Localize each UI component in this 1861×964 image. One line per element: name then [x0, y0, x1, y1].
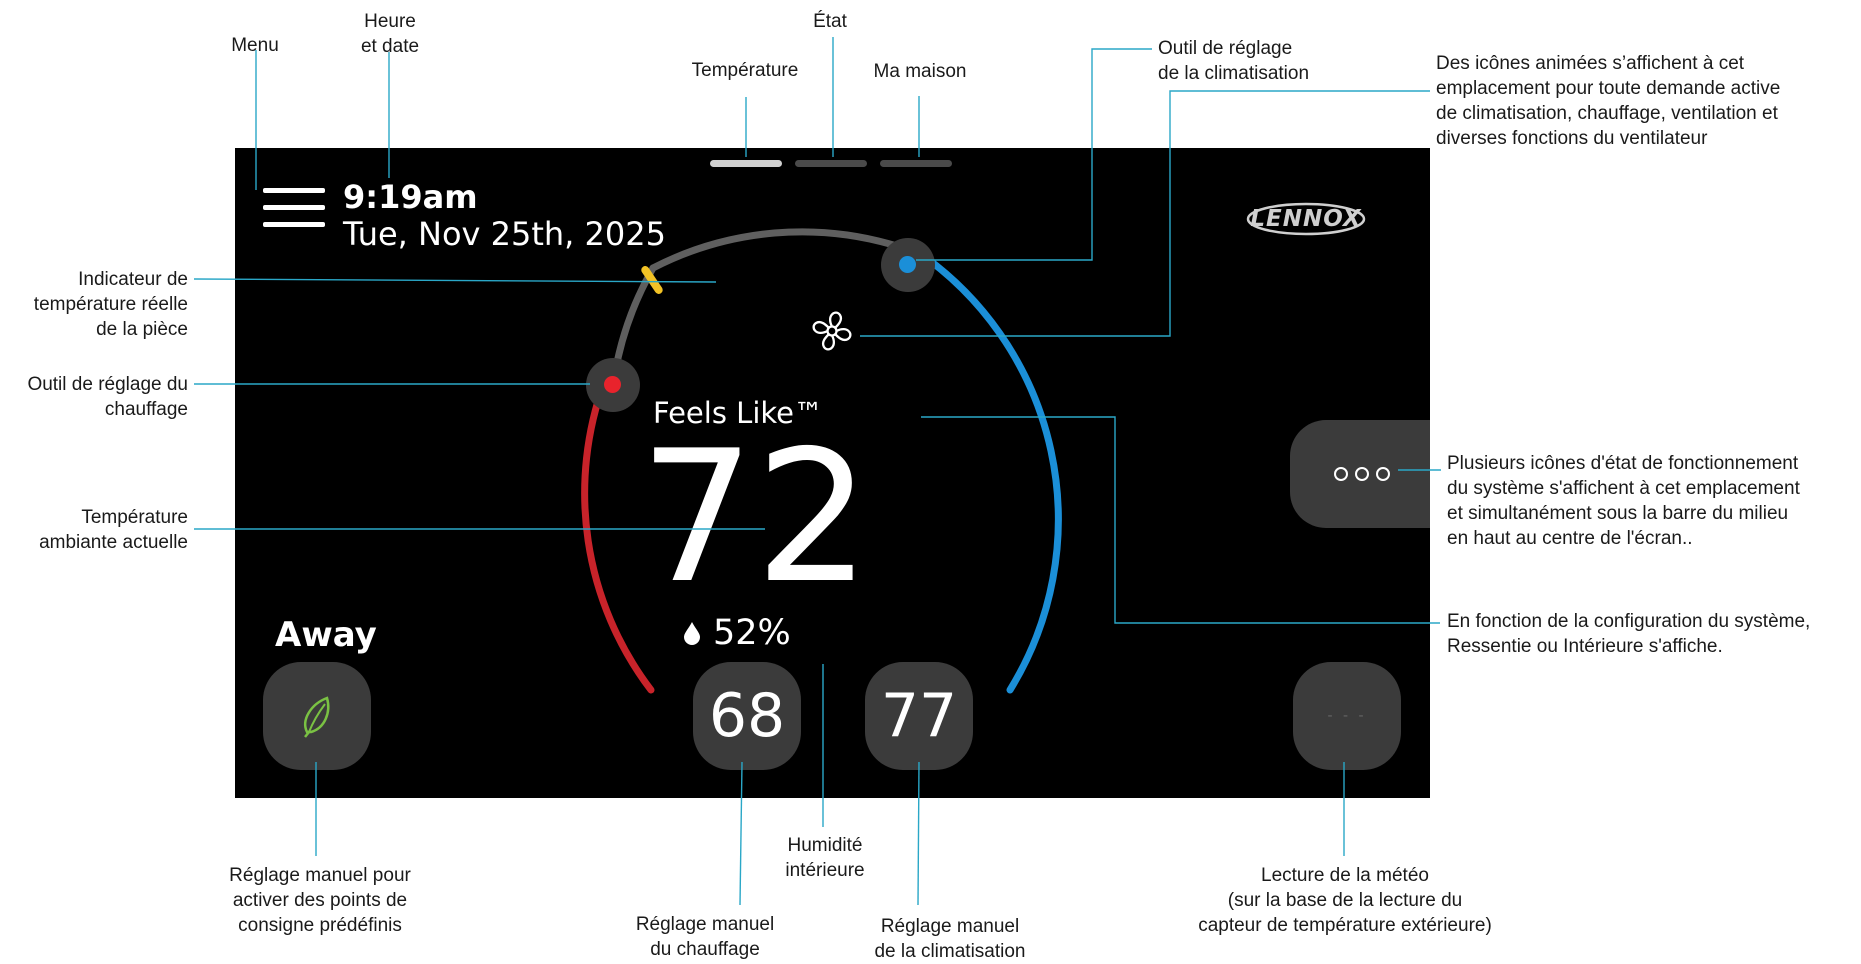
label-cool-manual: Réglage manuel de la climatisation	[874, 916, 1026, 962]
fan-icon	[812, 311, 852, 351]
label-ma-maison: Ma maison	[873, 61, 967, 82]
clock-time: 9:19am	[343, 178, 478, 216]
label-cool-tool: Outil de réglage de la climatisation	[1158, 38, 1310, 84]
label-away-manual: Réglage manuel pour activer des points de…	[229, 865, 411, 936]
tab-temperature[interactable]	[710, 160, 782, 167]
heat-setpoint-button[interactable]: 68	[693, 662, 801, 770]
weather-button[interactable]: - - -	[1293, 662, 1401, 770]
humidity-drop-icon	[684, 622, 700, 645]
label-heat-tool: Outil de réglage du chauffage	[27, 374, 188, 420]
label-temperature: Température	[691, 60, 799, 81]
label-humidity: Humidité intérieure	[785, 835, 865, 881]
cool-range-arc	[911, 246, 1062, 694]
lennox-logo: LENNOX	[1245, 200, 1367, 238]
label-ambient-temp: Température ambiante actuelle	[39, 507, 188, 553]
label-time-date: Heure et date	[360, 11, 420, 57]
cool-setpoint-button[interactable]: 77	[865, 662, 973, 770]
away-button[interactable]	[263, 662, 371, 770]
cool-setpoint-handle[interactable]	[881, 238, 935, 292]
more-dots-icon[interactable]	[1290, 420, 1430, 528]
hamburger-icon[interactable]	[263, 188, 325, 234]
tab-etat[interactable]	[795, 160, 867, 167]
humidity-readout: 52%	[683, 613, 791, 653]
clock-date: Tue, Nov 25th, 2025	[343, 215, 666, 253]
label-heat-manual: Réglage manuel du chauffage	[635, 914, 775, 960]
label-status-icons: Plusieurs icônes d'état de fonctionnemen…	[1447, 453, 1800, 549]
current-temperature: 72	[639, 411, 871, 623]
label-animated-icons: Des icônes animées s’affichent à cet empl…	[1436, 53, 1781, 149]
away-label: Away	[275, 615, 377, 655]
label-weather: Lecture de la météo (sur la base de la le…	[1198, 865, 1492, 936]
thermostat-screen: 9:19am Tue, Nov 25th, 2025 LENNOX Feels …	[235, 148, 1430, 798]
brand-text: LENNOX	[1250, 206, 1362, 232]
page-tabs	[710, 160, 952, 167]
label-etat: État	[813, 11, 847, 32]
humidity-value: 52%	[713, 613, 791, 653]
leaf-icon	[304, 696, 330, 738]
label-menu: Menu	[231, 35, 279, 56]
tab-ma-maison[interactable]	[880, 160, 952, 167]
label-room-indicator: Indicateur de température réelle de la piè…	[33, 269, 188, 340]
label-feels-like-config: En fonction de la configuration du systè…	[1447, 611, 1811, 657]
